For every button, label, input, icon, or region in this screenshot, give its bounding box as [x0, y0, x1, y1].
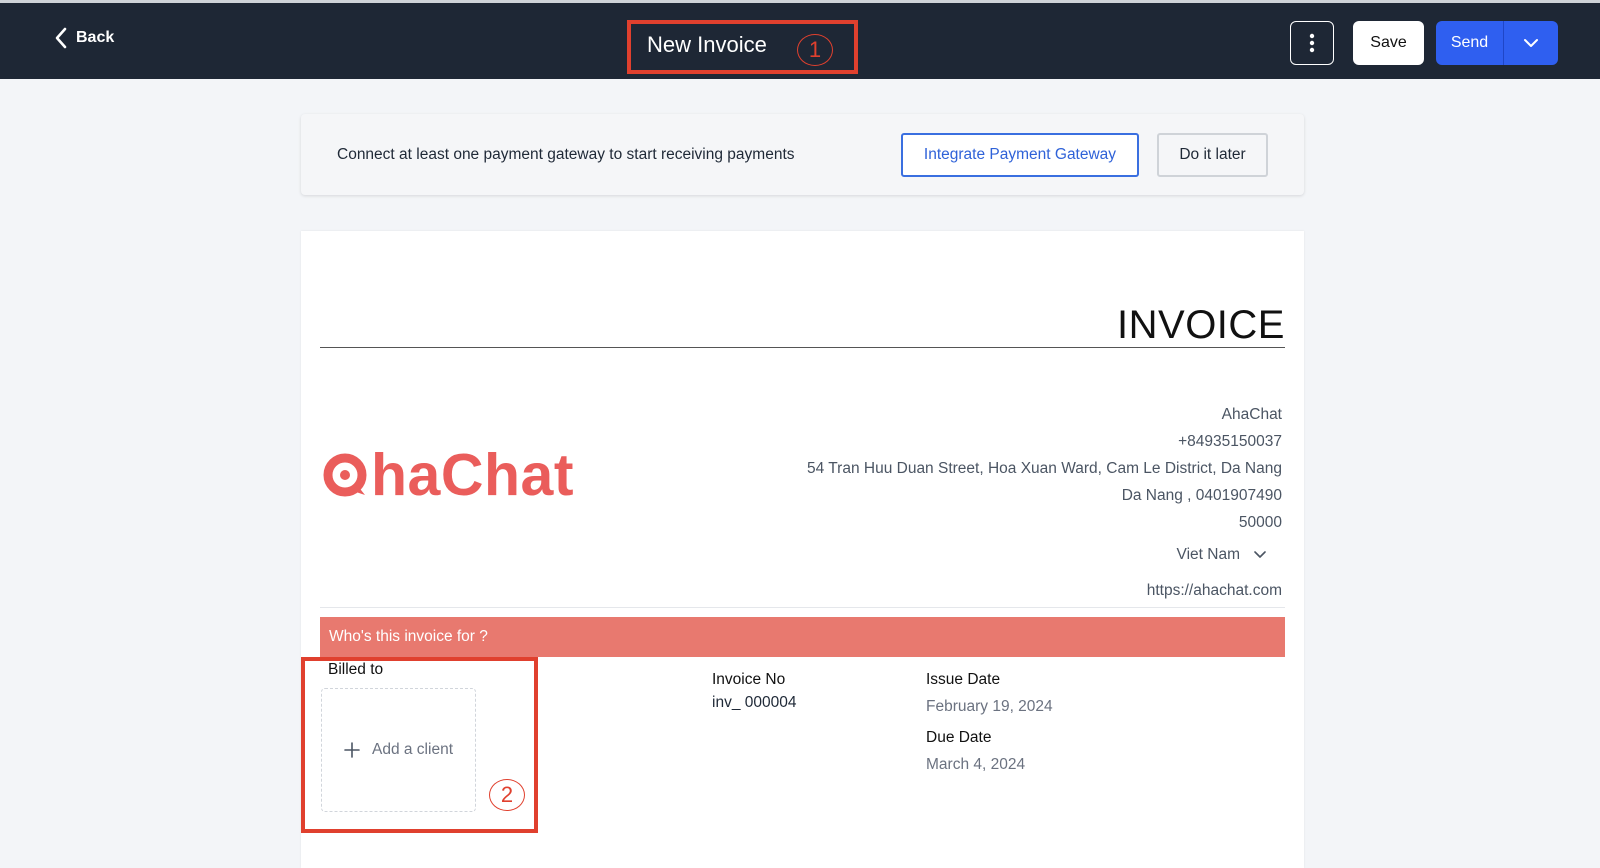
country-select[interactable]: Viet Nam	[1177, 546, 1266, 564]
issue-date-label: Issue Date	[926, 671, 1001, 688]
plus-icon	[344, 742, 360, 758]
company-address: 54 Tran Huu Duan Street, Hoa Xuan Ward, …	[807, 460, 1282, 477]
due-date-label: Due Date	[926, 729, 992, 746]
back-label: Back	[76, 29, 115, 46]
annotation-callout-2: 2	[489, 779, 525, 811]
company-name: AhaChat	[1221, 406, 1282, 423]
send-button[interactable]: Send	[1436, 21, 1504, 65]
send-button-group: Send	[1436, 21, 1558, 65]
company-website[interactable]: https://ahachat.com	[1147, 582, 1282, 600]
top-bar: Back New Invoice 1 Save Send	[0, 0, 1600, 79]
invoice-no-value[interactable]: inv_ 000004	[712, 694, 796, 712]
save-button[interactable]: Save	[1353, 21, 1424, 65]
send-options-dropdown[interactable]	[1504, 21, 1558, 65]
details-divider	[320, 607, 1285, 608]
back-button[interactable]: Back	[54, 27, 114, 49]
chevron-down-icon	[1254, 551, 1266, 558]
more-vertical-icon	[1309, 33, 1315, 53]
company-city-line: Da Nang , 0401907490	[1121, 487, 1282, 504]
invoice-heading: INVOICE	[1117, 303, 1285, 347]
add-client-button[interactable]: Add a client	[321, 688, 476, 812]
issue-date-value[interactable]: February 19, 2024	[926, 698, 1053, 716]
heading-divider	[320, 347, 1285, 348]
billed-to-label: Billed to	[328, 661, 384, 678]
do-it-later-button[interactable]: Do it later	[1157, 133, 1268, 177]
company-phone: +84935150037	[1178, 433, 1282, 450]
add-client-label: Add a client	[372, 741, 453, 758]
ahachat-logo-mark-icon	[323, 453, 367, 497]
chevron-down-icon	[1524, 39, 1538, 47]
country-value: Viet Nam	[1176, 546, 1240, 563]
invoice-paper: INVOICE haChat AhaChat +84935150037 54 T…	[301, 231, 1304, 868]
who-invoice-for-bar: Who's this invoice for ?	[320, 617, 1285, 657]
due-date-value[interactable]: March 4, 2024	[926, 756, 1025, 774]
integrate-payment-gateway-button[interactable]: Integrate Payment Gateway	[901, 133, 1139, 177]
annotation-callout-1: 1	[797, 34, 833, 66]
invoice-no-label: Invoice No	[712, 671, 786, 688]
company-logo[interactable]: haChat	[321, 441, 574, 509]
title-annotation-box: New Invoice 1	[627, 20, 858, 74]
gateway-message: Connect at least one payment gateway to …	[337, 146, 795, 163]
company-details[interactable]: AhaChat +84935150037 54 Tran Huu Duan St…	[807, 401, 1282, 536]
company-postal: 50000	[1238, 514, 1282, 531]
chevron-left-icon	[55, 27, 67, 49]
logo-text: haChat	[371, 442, 574, 508]
more-options-button[interactable]	[1290, 21, 1334, 65]
payment-gateway-banner: Connect at least one payment gateway to …	[301, 114, 1304, 195]
page-title: New Invoice	[647, 32, 767, 57]
